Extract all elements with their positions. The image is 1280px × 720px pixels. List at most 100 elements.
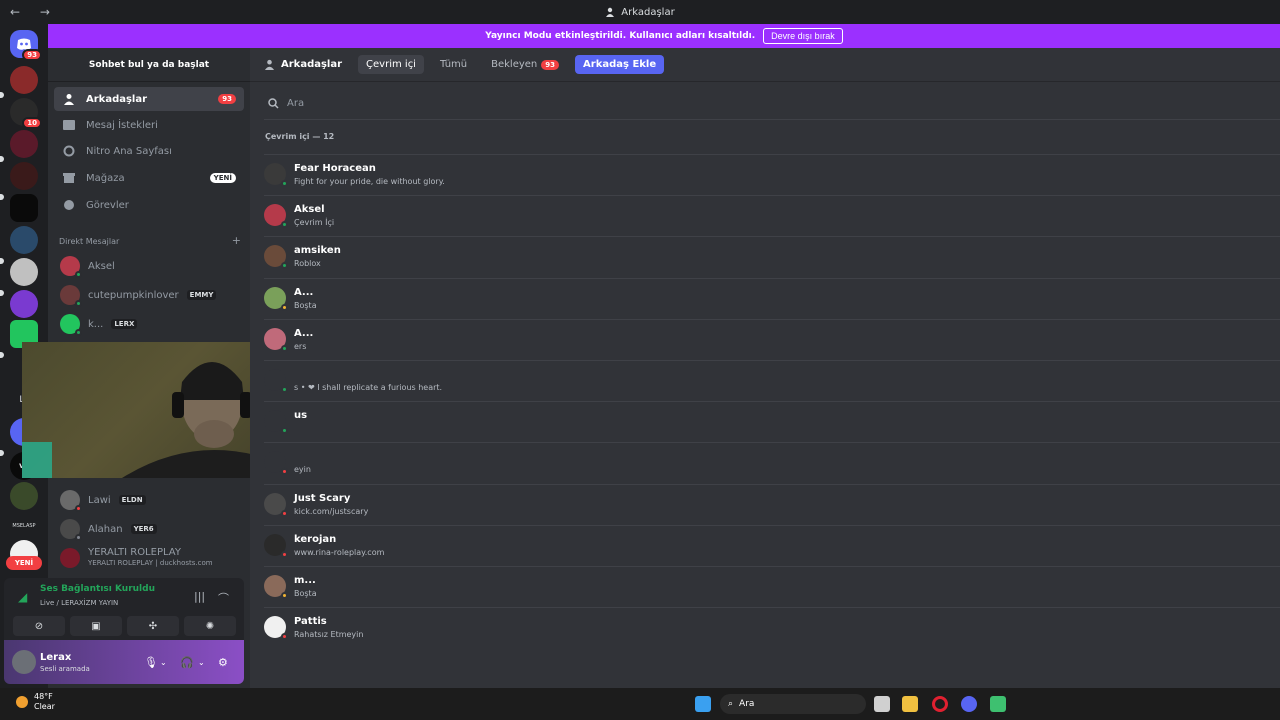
server-icon[interactable]: [10, 194, 38, 222]
friend-row[interactable]: kerojan www.rina-roleplay.com: [264, 525, 1280, 566]
taskbar-search[interactable]: ⌕ Ara: [720, 694, 866, 714]
friend-row[interactable]: Aksel Çevrim İçi: [264, 195, 1280, 236]
headphones-icon[interactable]: 🎧: [180, 656, 194, 669]
opera-icon[interactable]: [932, 696, 948, 712]
friend-name: Just Scary: [294, 493, 351, 504]
divider: [48, 81, 250, 82]
server-icon[interactable]: [10, 130, 38, 158]
add-dm-button[interactable]: +: [232, 234, 241, 247]
weather-widget[interactable]: 48°F Clear: [14, 692, 55, 712]
friend-status: Rahatsız Etmeyin: [294, 630, 364, 639]
server-icon[interactable]: MSELASP: [10, 512, 38, 540]
microphone-icon[interactable]: 🎙: [144, 656, 158, 669]
nav-friends[interactable]: Arkadaşlar 93: [54, 87, 244, 111]
friend-row[interactable]: m... Boşta: [264, 566, 1280, 607]
server-icon[interactable]: 10: [10, 98, 42, 129]
server-icon[interactable]: [10, 482, 38, 510]
friend-row[interactable]: Pattis Rahatsız Etmeyin: [264, 607, 1280, 648]
camera-off-button[interactable]: ⊘: [13, 616, 65, 636]
nav-message-requests[interactable]: Mesaj İstekleri: [54, 113, 244, 137]
friend-row[interactable]: Just Scary kick.com/justscary: [264, 484, 1280, 525]
server-icon[interactable]: [10, 226, 38, 254]
weather-condition: Clear: [34, 702, 55, 711]
nav-nitro[interactable]: Nitro Ana Sayfası: [54, 139, 244, 163]
activities-button[interactable]: ✣: [127, 616, 179, 636]
friend-row[interactable]: s • ❤ I shall replicate a furious heart.: [264, 360, 1280, 401]
server-icon[interactable]: [10, 66, 38, 94]
server-badge: 10: [22, 117, 42, 129]
server-icon[interactable]: [10, 162, 38, 190]
friend-status: Çevrim İçi: [294, 218, 335, 227]
dm-item[interactable]: Alahan YER6: [54, 515, 244, 543]
dm-item[interactable]: k... LERX: [54, 310, 244, 338]
new-servers-pill[interactable]: YENİ: [6, 556, 42, 570]
app-taskbar-icon[interactable]: [990, 696, 1006, 712]
tab-pending[interactable]: Bekleyen 93: [483, 55, 567, 74]
guild-tag: ELDN: [118, 495, 146, 505]
dm-item[interactable]: Lawi ELDN: [54, 486, 244, 514]
server-icon[interactable]: [10, 290, 38, 318]
friends-search[interactable]: Ara: [264, 92, 1280, 114]
shop-icon: [62, 171, 76, 185]
window-titlebar: ← → Arkadaşlar: [0, 0, 1280, 24]
user-avatar[interactable]: [12, 650, 36, 674]
friends-main: Arkadaşlar Çevrim içi Tümü Bekleyen 93 Ar…: [250, 48, 1280, 688]
tab-all[interactable]: Tümü: [432, 55, 475, 74]
activities-icon: ✣: [148, 620, 158, 632]
home-badge: 93: [22, 49, 42, 61]
guild-tag: EMMY: [186, 290, 217, 300]
server-pip: [0, 92, 4, 98]
avatar: [264, 534, 288, 558]
chevron-down-icon[interactable]: ⌄: [160, 658, 167, 667]
task-view-icon[interactable]: [874, 696, 890, 712]
direct-messages-header: Direkt Mesajlar +: [59, 234, 241, 247]
friend-status: Fight for your pride, die without glory.: [294, 177, 445, 186]
signal-icon: ◢: [18, 590, 28, 604]
dm-header-label: Direkt Mesajlar: [59, 237, 120, 246]
nav-shop[interactable]: Mağaza YENİ: [54, 166, 244, 190]
dm-item[interactable]: cutepumpkinlover EMMY: [54, 281, 244, 309]
gear-icon[interactable]: ⚙: [218, 656, 228, 669]
voice-channel[interactable]: Live / LERAXİZM YAYIN: [40, 599, 118, 607]
user-status: Sesli aramada: [40, 665, 90, 673]
voice-status[interactable]: Ses Bağlantısı Kuruldu: [40, 584, 155, 594]
friends-icon: [62, 92, 76, 106]
avatar: [60, 519, 82, 541]
server-pip: [0, 194, 4, 200]
friend-row[interactable]: us: [264, 401, 1280, 442]
friend-row[interactable]: Fear Horacean Fight for your pride, die w…: [264, 154, 1280, 195]
friend-row[interactable]: eyin: [264, 442, 1280, 483]
add-friend-button[interactable]: Arkadaş Ekle: [575, 55, 665, 74]
dm-item[interactable]: YERALTI ROLEPLAY YERALTI ROLEPLAY | duck…: [54, 544, 244, 572]
discord-taskbar-icon[interactable]: [961, 696, 977, 712]
tab-online[interactable]: Çevrim içi: [358, 55, 424, 74]
dm-item[interactable]: Aksel: [54, 252, 244, 280]
disable-streamer-mode-button[interactable]: Devre dışı bırak: [763, 28, 843, 44]
nav-arrows[interactable]: ← →: [10, 5, 58, 19]
avatar: [60, 490, 82, 512]
friend-row[interactable]: A... ers: [264, 319, 1280, 360]
guild-tag: YER6: [130, 524, 157, 534]
friend-row[interactable]: A... Boşta: [264, 278, 1280, 319]
friend-row[interactable]: amsiken Roblox: [264, 236, 1280, 277]
windows-start-icon[interactable]: [695, 696, 711, 712]
chevron-down-icon[interactable]: ⌄: [198, 658, 205, 667]
streamer-mode-banner: Yayıncı Modu etkinleştirildi. Kullanıcı …: [48, 24, 1280, 48]
friend-name: amsiken: [294, 245, 341, 256]
dm-name: cutepumpkinlover: [88, 289, 179, 301]
soundboard-icon: ✺: [205, 620, 215, 632]
home-button[interactable]: 93: [10, 30, 42, 61]
friend-status: Boşta: [294, 589, 317, 598]
server-icon[interactable]: [10, 258, 38, 286]
search-placeholder: Ara: [287, 97, 305, 109]
file-explorer-icon[interactable]: [902, 696, 918, 712]
status-dot: [281, 304, 288, 311]
noise-suppression-icon[interactable]: |||: [194, 590, 205, 603]
screen-share-button[interactable]: ▣: [70, 616, 122, 636]
soundboard-button[interactable]: ✺: [184, 616, 236, 636]
find-conversation-button[interactable]: Sohbet bul ya da başlat: [56, 56, 242, 74]
disconnect-icon[interactable]: ⌒: [218, 590, 229, 606]
nav-label: Mağaza: [86, 172, 125, 184]
nav-quests[interactable]: Görevler: [54, 193, 244, 217]
username[interactable]: Lerax: [40, 652, 71, 663]
